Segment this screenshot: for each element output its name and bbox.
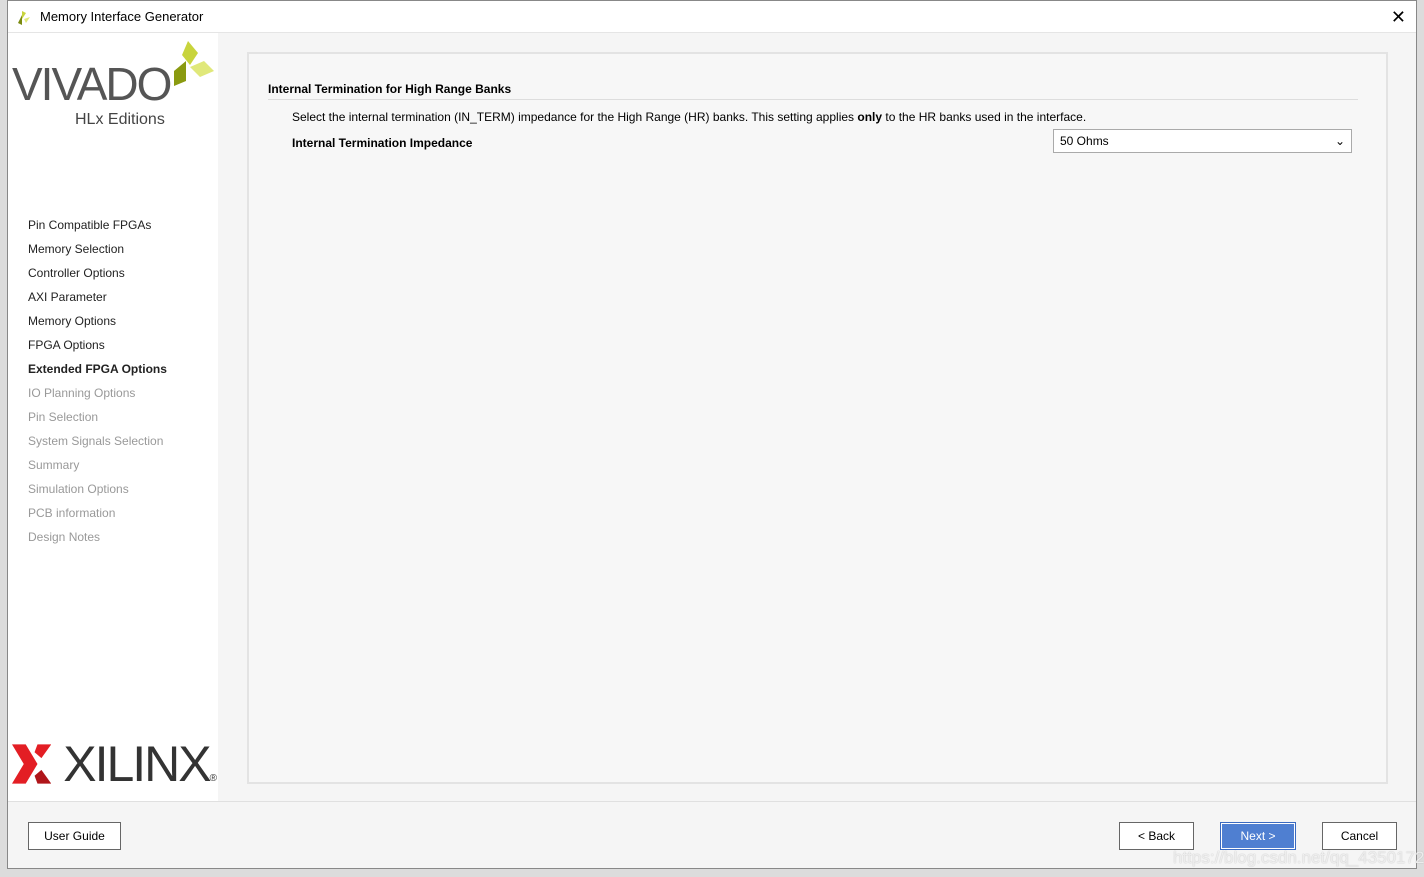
wizard-step[interactable]: Memory Options (28, 309, 167, 333)
impedance-value: 50 Ohms (1060, 134, 1109, 148)
content-panel: Internal Termination for High Range Bank… (247, 52, 1388, 784)
wizard-step: Design Notes (28, 530, 101, 544)
wizard-steps: Pin Compatible FPGAs Memory Selection Cont… (28, 213, 167, 549)
wizard-step: Simulation Options (28, 482, 129, 496)
wizard-step[interactable]: Controller Options (28, 261, 167, 285)
wizard-step: PCB information (28, 506, 116, 520)
vivado-app-icon (18, 10, 30, 25)
watermark: https://blog.csdn.net/qq_43501721 (1173, 848, 1424, 867)
user-guide-button[interactable]: User Guide (28, 822, 121, 850)
wizard-step: IO Planning Options (28, 386, 136, 400)
next-button[interactable]: Next > (1220, 822, 1296, 850)
wizard-step[interactable]: Memory Selection (28, 237, 167, 261)
wizard-step: Summary (28, 458, 80, 472)
impedance-select[interactable]: 50 Ohms ⌄ (1053, 129, 1352, 153)
sidebar: VIVADO HLx Editions Pin Compatible FPGAs… (8, 33, 218, 801)
wizard-step: Pin Selection (28, 410, 99, 424)
wizard-step[interactable]: Extended FPGA Options (28, 357, 167, 381)
window-title: Memory Interface Generator (40, 9, 204, 24)
chevron-down-icon: ⌄ (1334, 134, 1345, 148)
wizard-step: System Signals Selection (28, 434, 164, 448)
impedance-label: Internal Termination Impedance (292, 136, 473, 150)
description: Select the internal termination (IN_TERM… (292, 110, 1087, 124)
wizard-step[interactable]: AXI Parameter (28, 285, 167, 309)
back-button[interactable]: < Back (1119, 822, 1194, 850)
dialog-window: Memory Interface Generator ✕ VIVADO HLx … (7, 0, 1417, 869)
vivado-logo: VIVADO HLx Editions (12, 41, 214, 128)
wizard-step[interactable]: FPGA Options (28, 333, 167, 357)
close-icon[interactable]: ✕ (1391, 7, 1406, 28)
footer-divider (8, 801, 1416, 802)
title-bar: Memory Interface Generator ✕ (8, 1, 1416, 33)
xilinx-logo: XILINX ® (12, 736, 217, 792)
wizard-step[interactable]: Pin Compatible FPGAs (28, 213, 167, 237)
cancel-button[interactable]: Cancel (1322, 822, 1397, 850)
section-title: Internal Termination for High Range Bank… (268, 82, 1358, 100)
